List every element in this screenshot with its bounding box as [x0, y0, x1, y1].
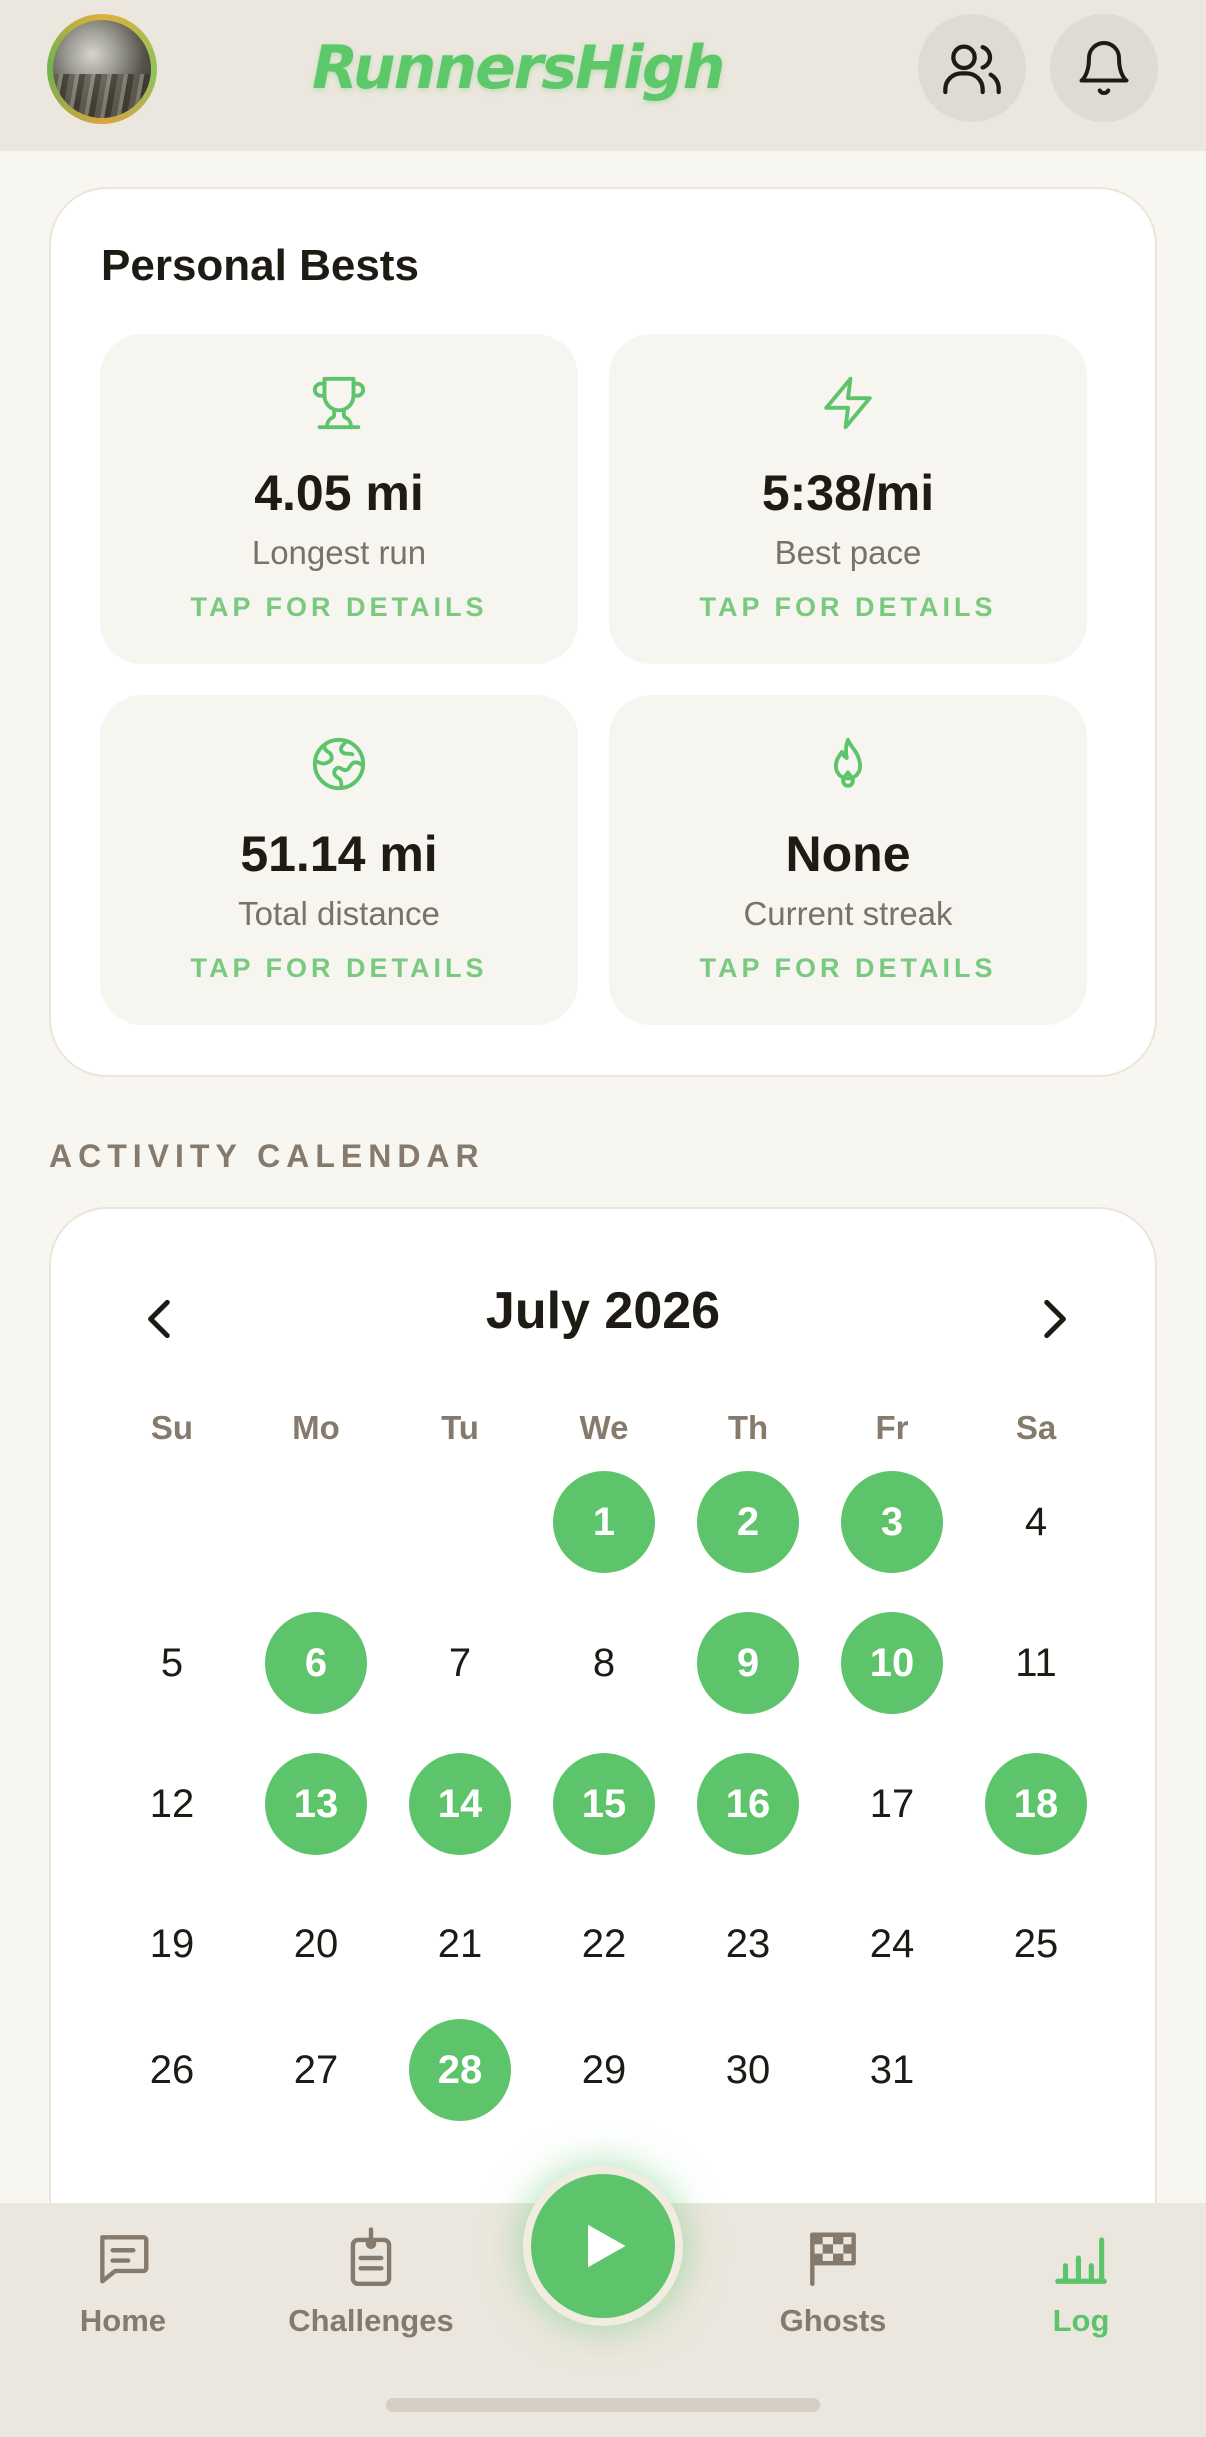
tap-for-details-link[interactable]: TAP FOR DETAILS	[100, 953, 578, 984]
stat-label: Best pace	[774, 534, 922, 571]
stat-total-distance[interactable]: 51.14 mi Total distance TAP FOR DETAILS	[100, 695, 578, 1025]
calendar-day[interactable]: 19	[121, 1893, 223, 1995]
nav-ghosts[interactable]: Ghosts	[733, 2203, 933, 2363]
friends-icon	[943, 44, 1001, 95]
play-icon	[588, 2224, 626, 2268]
tap-for-details-link[interactable]: TAP FOR DETAILS	[609, 592, 1087, 623]
stat-label: Longest run	[251, 534, 427, 571]
flame-icon	[833, 737, 863, 788]
calendar-day-active[interactable]: 14	[409, 1753, 511, 1855]
stat-best-pace[interactable]: 5:38/mi Best pace TAP FOR DETAILS	[609, 334, 1087, 664]
calendar-day[interactable]: 30	[697, 2019, 799, 2121]
calendar-day-active[interactable]: 28	[409, 2019, 511, 2121]
nav-label: Log	[1052, 2303, 1110, 2338]
calendar-day-active[interactable]: 9	[697, 1612, 799, 1714]
chevron-right-icon	[1044, 1299, 1066, 1339]
activity-calendar-card: July 2026 Su Mo Tu We Th Fr Sa 1 2 3 4 5 6 7 8 9 10 11 12…	[49, 1207, 1157, 2227]
activity-calendar-heading: ACTIVITY CALENDAR	[49, 1138, 485, 1174]
app-header: RunnersHigh	[0, 0, 1206, 151]
tap-for-details-link[interactable]: TAP FOR DETAILS	[609, 953, 1087, 984]
calendar-day-active[interactable]: 1	[553, 1471, 655, 1573]
calendar-day-active[interactable]: 2	[697, 1471, 799, 1573]
stat-value: 4.05 mi	[254, 465, 424, 521]
friends-button[interactable]	[918, 14, 1026, 122]
weekday-label: Th	[727, 1409, 769, 1446]
calendar-month-title: July 2026	[485, 1282, 721, 1340]
nav-log[interactable]: Log	[981, 2203, 1181, 2363]
nav-label: Challenges	[288, 2303, 454, 2338]
calendar-day[interactable]: 5	[121, 1612, 223, 1714]
weekday-label: We	[579, 1409, 629, 1446]
stat-value: 5:38/mi	[761, 465, 935, 521]
tap-for-details-link[interactable]: TAP FOR DETAILS	[100, 592, 578, 623]
calendar-day[interactable]: 22	[553, 1893, 655, 1995]
home-indicator[interactable]	[386, 2398, 820, 2412]
calendar-day-active[interactable]: 18	[985, 1753, 1087, 1855]
avatar-photo	[53, 20, 151, 118]
weekday-label: Fr	[875, 1409, 909, 1446]
chat-icon	[100, 2235, 149, 2284]
stat-current-streak[interactable]: None Current streak TAP FOR DETAILS	[609, 695, 1087, 1025]
app-logo-text: RunnersHigh	[312, 33, 726, 103]
trophy-icon	[312, 376, 366, 430]
personal-bests-card: Personal Bests 4.05 mi Longest run TAP F…	[49, 187, 1157, 1077]
calendar-day[interactable]: 7	[409, 1612, 511, 1714]
stat-label: Total distance	[238, 895, 440, 932]
stat-value: 51.14 mi	[240, 826, 438, 882]
calendar-day[interactable]: 11	[985, 1612, 1087, 1714]
weekday-label: Mo	[292, 1409, 340, 1446]
weekday-label: Su	[150, 1409, 194, 1446]
notifications-button[interactable]	[1050, 14, 1158, 122]
avatar[interactable]	[47, 14, 157, 124]
calendar-day[interactable]: 17	[841, 1753, 943, 1855]
nav-label: Home	[79, 2303, 167, 2338]
calendar-day[interactable]: 23	[697, 1893, 799, 1995]
stat-longest-run[interactable]: 4.05 mi Longest run TAP FOR DETAILS	[100, 334, 578, 664]
calendar-day[interactable]: 21	[409, 1893, 511, 1995]
weekday-label: Sa	[1015, 1409, 1057, 1446]
lightning-icon	[824, 376, 872, 430]
globe-icon	[312, 737, 366, 791]
start-run-button[interactable]	[523, 2166, 683, 2326]
weekday-label: Tu	[441, 1409, 479, 1446]
calendar-day[interactable]: 27	[265, 2019, 367, 2121]
personal-bests-title: Personal Bests	[101, 241, 419, 290]
calendar-day[interactable]: 25	[985, 1893, 1087, 1995]
calendar-day[interactable]: 8	[553, 1612, 655, 1714]
checkered-flag-icon	[810, 2232, 856, 2287]
stat-label: Current streak	[743, 895, 953, 932]
stat-value: None	[785, 826, 911, 882]
bell-icon	[1079, 41, 1129, 95]
nav-label: Ghosts	[779, 2303, 887, 2338]
calendar-day[interactable]: 29	[553, 2019, 655, 2121]
calendar-day-active[interactable]: 3	[841, 1471, 943, 1573]
calendar-day[interactable]: 31	[841, 2019, 943, 2121]
clipboard-icon	[350, 2227, 392, 2287]
nav-challenges[interactable]: Challenges	[271, 2203, 471, 2363]
calendar-day[interactable]: 20	[265, 1893, 367, 1995]
calendar-day[interactable]: 4	[985, 1471, 1087, 1573]
calendar-day[interactable]: 12	[121, 1753, 223, 1855]
bar-chart-icon	[1055, 2237, 1107, 2284]
nav-home[interactable]: Home	[23, 2203, 223, 2363]
calendar-day-active[interactable]: 16	[697, 1753, 799, 1855]
calendar-day-active[interactable]: 15	[553, 1753, 655, 1855]
calendar-day-active[interactable]: 6	[265, 1612, 367, 1714]
calendar-day[interactable]: 26	[121, 2019, 223, 2121]
calendar-day-active[interactable]: 13	[265, 1753, 367, 1855]
next-month-button[interactable]	[1013, 1279, 1093, 1359]
calendar-day-active[interactable]: 10	[841, 1612, 943, 1714]
calendar-day[interactable]: 24	[841, 1893, 943, 1995]
